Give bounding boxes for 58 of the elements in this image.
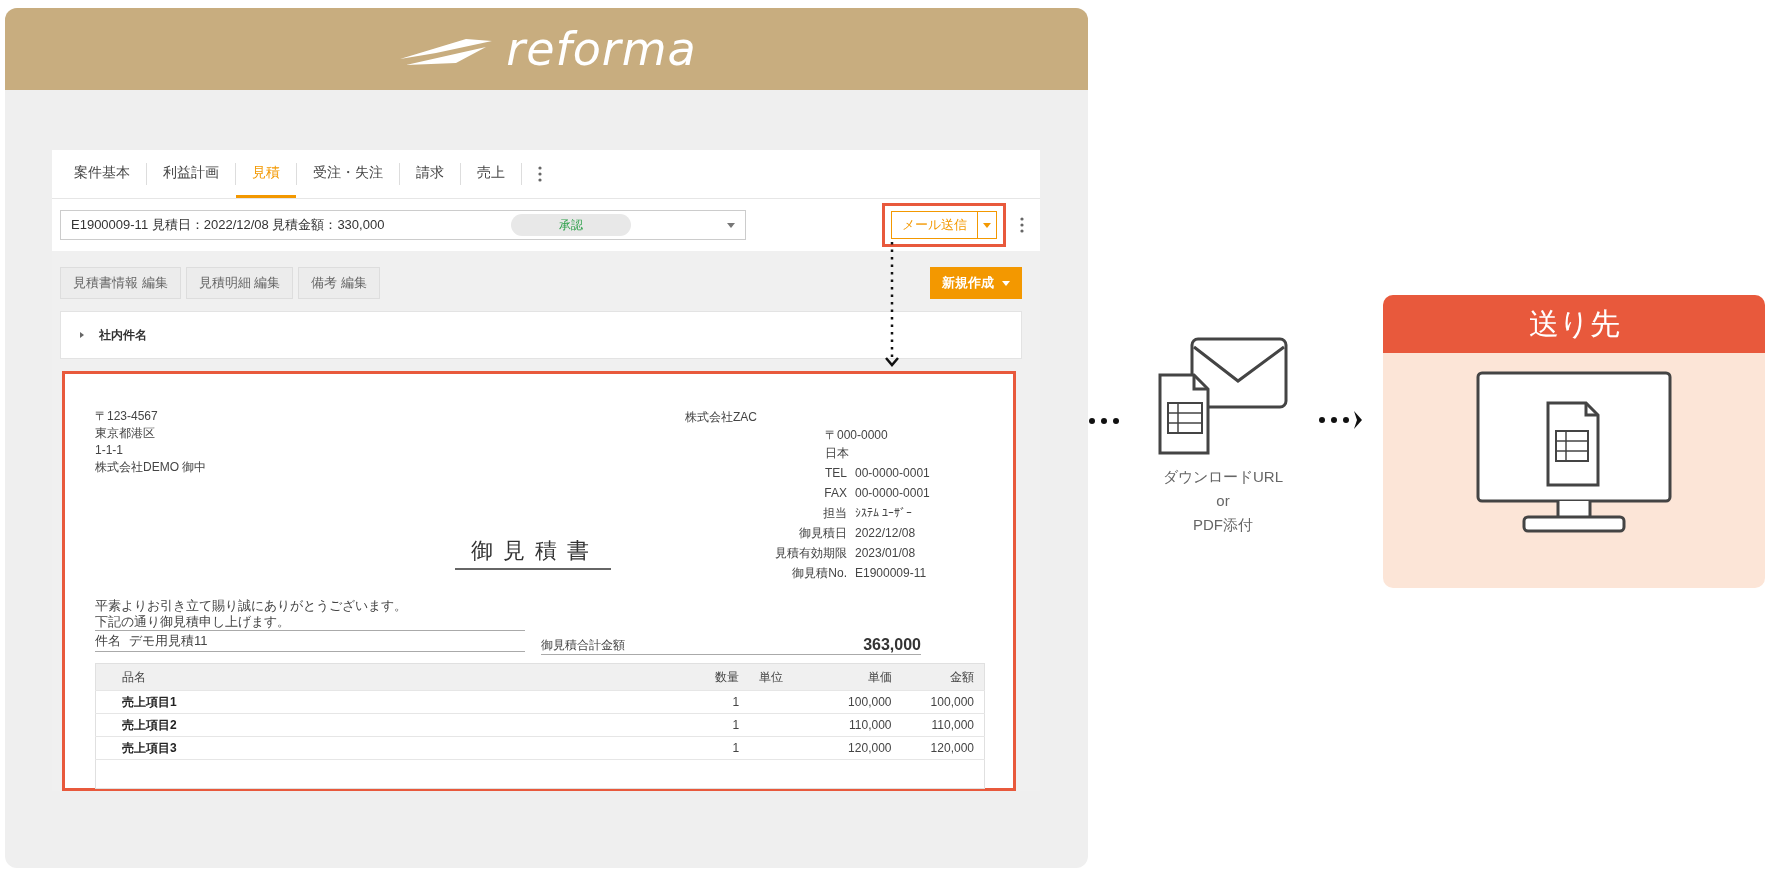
- column-header: 金額: [901, 663, 985, 691]
- total-amount: 363,000: [863, 636, 921, 654]
- edit-button[interactable]: 見積書情報 編集: [60, 267, 181, 299]
- address-line: 株式会社DEMO 御中: [95, 459, 208, 476]
- table-cell: 売上項目1: [95, 690, 692, 714]
- logo-text: reforma: [506, 22, 697, 76]
- estimate-dropdown[interactable]: E1900009-11 見積日：2022/12/08 見積金額：330,000 承認: [60, 210, 746, 240]
- table-cell: 売上項目3: [95, 736, 692, 760]
- field-value: ｼｽﾃﾑ ﾕｰｻﾞｰ: [855, 505, 914, 522]
- field-label: 御見積No.: [791, 565, 847, 582]
- card-title: 送り先: [1383, 295, 1765, 353]
- tab[interactable]: 請求: [400, 150, 460, 198]
- address-line: 日本: [825, 445, 850, 462]
- field-label: 担当: [822, 505, 847, 522]
- field-label: TEL: [824, 465, 847, 482]
- table-cell: 110,000: [819, 713, 902, 737]
- greeting-text: 平素よりお引き立て賜り誠にありがとうございます。: [95, 598, 408, 614]
- table-cell: 1: [692, 690, 750, 714]
- table-cell: 1: [692, 713, 750, 737]
- field-label: 見積有効期限: [774, 545, 847, 562]
- address-line: 東京都港区: [95, 425, 156, 442]
- column-header: 単位: [749, 663, 820, 691]
- subject-field: 件名 デモ用見積11: [95, 630, 525, 652]
- method-label: PDF添付: [1192, 515, 1254, 535]
- status-badge: 承認: [511, 214, 631, 236]
- field-value: E1900009-11: [855, 565, 928, 582]
- table-cell: 120,000: [819, 736, 902, 760]
- tab[interactable]: 売上: [461, 150, 521, 198]
- table-cell: 110,000: [901, 713, 985, 737]
- edit-button[interactable]: 備考 編集: [298, 267, 380, 299]
- field-value: 2022/12/08: [855, 525, 917, 542]
- tab[interactable]: 受注・失注: [297, 150, 399, 198]
- column-header: 単価: [819, 663, 902, 691]
- table-cell: 100,000: [901, 690, 985, 714]
- company-name: 株式会社ZAC: [685, 409, 758, 426]
- column-header: 数量: [692, 663, 750, 691]
- field-label: FAX: [823, 485, 847, 502]
- table-cell: 1: [692, 736, 750, 760]
- total-label: 御見積合計金額: [541, 637, 625, 654]
- edit-button[interactable]: 見積明細 編集: [185, 267, 294, 299]
- address-line: 〒000-0000: [825, 427, 889, 444]
- column-header: 品名: [95, 663, 692, 691]
- method-label: or: [1215, 491, 1231, 511]
- table-cell: 120,000: [901, 736, 985, 760]
- address-line: 1-1-1: [95, 442, 124, 459]
- address-line: 〒123-4567: [95, 408, 159, 425]
- document-title: 御見積書: [455, 536, 611, 570]
- table-cell: 100,000: [819, 690, 902, 714]
- field-value: 00-0000-0001: [855, 465, 931, 482]
- method-label: ダウンロードURL: [1163, 467, 1283, 487]
- tab[interactable]: 利益計画: [147, 150, 235, 198]
- collapsible-section[interactable]: 社内件名: [60, 311, 1022, 359]
- table-cell: 売上項目2: [95, 713, 692, 737]
- tab[interactable]: 案件基本: [58, 150, 146, 198]
- greeting-text: 下記の通り御見積申し上げます。: [95, 614, 291, 630]
- field-value: 00-0000-0001: [855, 485, 931, 502]
- field-label: 御見積日: [798, 525, 847, 542]
- field-value: 2023/01/08: [855, 545, 917, 562]
